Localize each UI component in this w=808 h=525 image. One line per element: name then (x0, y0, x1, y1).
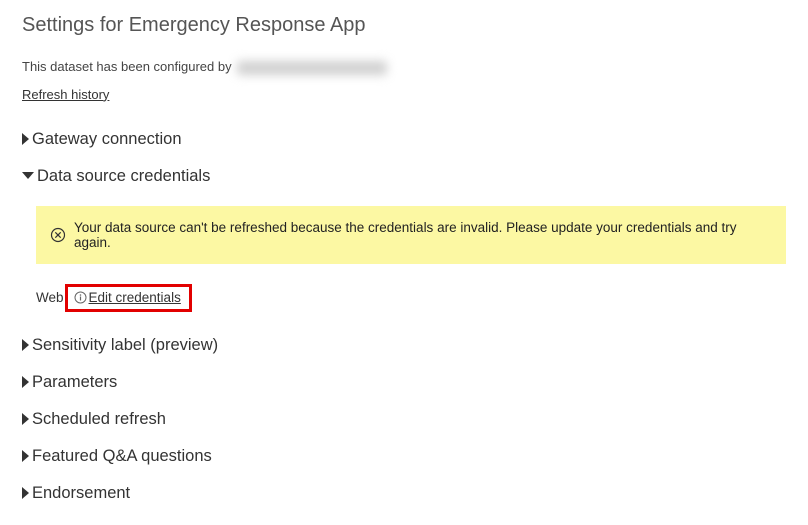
section-label: Data source credentials (37, 167, 210, 186)
chevron-down-icon (22, 172, 34, 179)
chevron-right-icon (22, 133, 29, 145)
data-source-label: Web (36, 290, 64, 305)
section-label: Parameters (32, 373, 117, 392)
configured-by-redacted (237, 61, 387, 75)
chevron-right-icon (22, 413, 29, 425)
section-header-gateway[interactable]: Gateway connection (22, 122, 786, 159)
section-label: Sensitivity label (preview) (32, 336, 218, 355)
section-label: Scheduled refresh (32, 410, 166, 429)
section-sensitivity: Sensitivity label (preview) (22, 328, 786, 365)
section-featured-qa: Featured Q&A questions (22, 439, 786, 476)
chevron-right-icon (22, 487, 29, 499)
data-source-row: Web Edit credentials (36, 278, 786, 322)
section-header-sensitivity[interactable]: Sensitivity label (preview) (22, 328, 786, 365)
section-parameters: Parameters (22, 365, 786, 402)
section-header-endorsement[interactable]: Endorsement (22, 476, 786, 513)
section-gateway: Gateway connection (22, 122, 786, 159)
section-body-credentials: Your data source can't be refreshed beca… (22, 196, 786, 328)
section-header-scheduled[interactable]: Scheduled refresh (22, 402, 786, 439)
chevron-right-icon (22, 339, 29, 351)
error-icon (50, 227, 66, 243)
page-title: Settings for Emergency Response App (22, 14, 786, 37)
section-scheduled: Scheduled refresh (22, 402, 786, 439)
edit-credentials-highlight: Edit credentials (65, 284, 192, 312)
section-header-parameters[interactable]: Parameters (22, 365, 786, 402)
credentials-alert: Your data source can't be refreshed beca… (36, 206, 786, 264)
chevron-right-icon (22, 450, 29, 462)
refresh-history-link[interactable]: Refresh history (22, 87, 109, 102)
chevron-right-icon (22, 376, 29, 388)
edit-credentials-link[interactable]: Edit credentials (89, 290, 181, 305)
section-label: Featured Q&A questions (32, 447, 212, 466)
section-label: Gateway connection (32, 130, 182, 149)
section-endorsement: Endorsement (22, 476, 786, 513)
configured-by-text: This dataset has been configured by (22, 59, 786, 75)
alert-text: Your data source can't be refreshed beca… (74, 220, 772, 250)
info-icon (74, 291, 87, 304)
section-header-credentials[interactable]: Data source credentials (22, 159, 786, 196)
section-credentials: Data source credentials Your data source… (22, 159, 786, 328)
configured-by-prefix: This dataset has been configured by (22, 59, 232, 74)
section-header-featured-qa[interactable]: Featured Q&A questions (22, 439, 786, 476)
